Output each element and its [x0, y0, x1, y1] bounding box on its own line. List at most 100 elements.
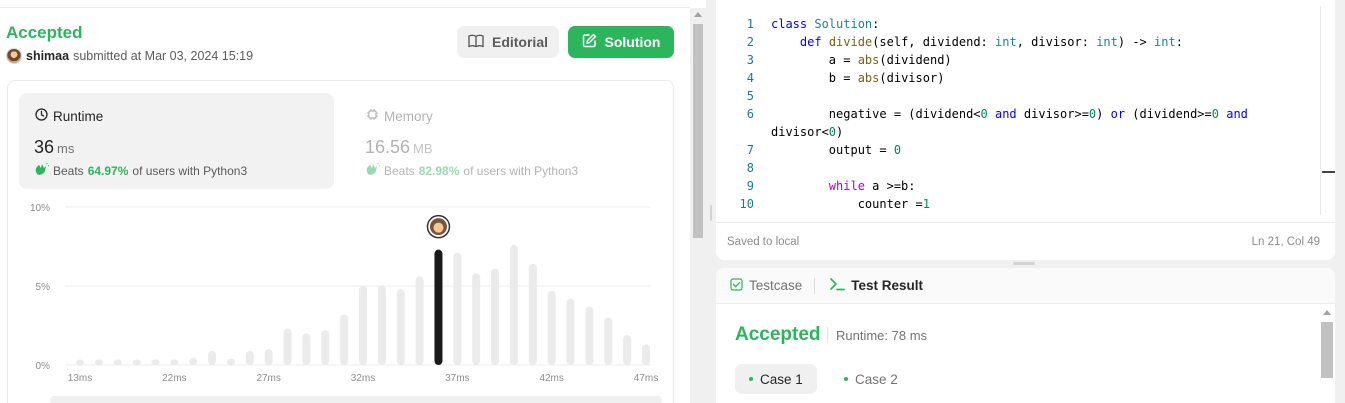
pass-dot-icon	[749, 377, 753, 381]
bar	[547, 290, 556, 365]
bar	[491, 268, 500, 365]
memory-beats: Beats 82.98% of users with Python3	[365, 162, 578, 179]
code-text: def divide(self, dividend: int, divisor:…	[799, 35, 1183, 49]
tab-test-result[interactable]: Test Result	[815, 268, 935, 304]
bar	[226, 358, 235, 365]
bar	[359, 286, 367, 365]
case-2-button[interactable]: Case 2	[830, 364, 912, 394]
scroll-up-icon[interactable]	[694, 12, 702, 17]
tab-testcase-label: Testcase	[749, 278, 803, 293]
code-text: while a >=b:	[828, 179, 916, 193]
bar	[113, 359, 122, 365]
avatar-face	[433, 222, 444, 233]
bar	[623, 334, 632, 365]
line-number: 10	[739, 197, 754, 211]
line-number: 4	[746, 71, 754, 85]
username-link[interactable]: shimaa	[26, 49, 69, 63]
bar	[132, 359, 141, 365]
line-number: 7	[746, 143, 754, 157]
y-tick-label: 0%	[36, 361, 51, 372]
runtime-metric[interactable]: Runtime 36 ms Beats 64.97% of users with …	[19, 93, 334, 189]
bar	[245, 350, 254, 365]
edit-icon	[582, 33, 597, 51]
splitter-grip-icon[interactable]	[710, 205, 712, 221]
memory-beats-prefix: Beats	[384, 164, 415, 178]
runtime-distribution-chart: 10% 5% 0% 13ms 22ms 27ms 32ms 37ms 42ms 47ms	[25, 196, 665, 396]
runtime-beats-percent: 64.97%	[87, 164, 129, 178]
memory-title-text: Memory	[384, 108, 433, 124]
result-runtime: Runtime: 78 ms	[836, 328, 928, 343]
x-tick-label: 27ms	[256, 373, 280, 384]
bar	[340, 314, 349, 365]
memory-unit: MB	[413, 141, 433, 156]
bar	[604, 317, 613, 365]
runtime-value: 36 ms	[34, 137, 74, 158]
cursor-position: Ln 21, Col 49	[1251, 236, 1320, 248]
result-divider	[827, 327, 828, 343]
code-editor-panel: 1 class Solution: 2 def divide(self, divid…	[716, 0, 1335, 260]
code-text: class Solution:	[771, 17, 880, 31]
submission-status: Accepted	[6, 23, 83, 42]
memory-beats-percent: 82.98%	[418, 164, 460, 178]
line-number: 2	[746, 35, 754, 49]
y-tick-label: 10%	[30, 203, 50, 214]
line-number: 5	[746, 89, 754, 103]
code-scroll-marker	[1322, 171, 1335, 173]
bar	[189, 357, 198, 365]
line-number: 9	[746, 179, 754, 193]
clock-icon	[35, 108, 48, 124]
x-tick-label: 42ms	[539, 373, 563, 384]
book-open-icon	[468, 34, 484, 51]
code-text: divisor<0)	[771, 125, 844, 139]
code-text: negative = (dividend<0 and divisor>=0) o…	[771, 107, 1248, 121]
code-text: b = abs(divisor)	[771, 71, 945, 85]
line-number: 1	[746, 17, 754, 31]
code-editor[interactable]: 1 class Solution: 2 def divide(self, divid…	[716, 15, 1322, 215]
editorial-button[interactable]: Editorial	[457, 26, 559, 58]
runtime-beats-prefix: Beats	[53, 164, 84, 178]
solution-button[interactable]: Solution	[568, 26, 674, 58]
terminal-icon	[829, 277, 846, 294]
bar	[283, 328, 292, 365]
bar	[509, 244, 518, 365]
horizontal-splitter-grip-icon[interactable]	[1013, 262, 1035, 265]
bar	[170, 359, 179, 365]
scroll-up-icon[interactable]	[1323, 310, 1331, 315]
x-tick-label: 13ms	[68, 373, 92, 384]
test-result-panel: Testcase Test Result Accepted Runtime: 7…	[716, 268, 1335, 403]
pass-dot-icon	[844, 377, 848, 381]
result-scrollbar-thumb[interactable]	[1321, 322, 1333, 378]
runtime-title-text: Runtime	[53, 108, 104, 124]
memory-title: Memory	[366, 108, 433, 124]
result-scrollbar[interactable]	[1317, 306, 1335, 403]
code-text: counter =1	[771, 197, 930, 211]
memory-value: 16.56 MB	[365, 137, 433, 158]
line-number: 3	[746, 53, 754, 67]
user-avatar[interactable]	[6, 48, 22, 64]
code-scrollbar[interactable]	[1320, 6, 1335, 215]
runtime-beats-suffix: of users with Python3	[132, 164, 248, 178]
bar	[415, 276, 424, 365]
result-status: Accepted	[735, 324, 821, 345]
line-number: 6	[746, 107, 754, 121]
runtime-title: Runtime	[35, 108, 103, 124]
tab-test-result-label: Test Result	[851, 278, 924, 293]
panel-top-border	[0, 0, 690, 8]
vertical-splitter[interactable]	[706, 0, 716, 403]
left-scrollbar-thumb[interactable]	[693, 24, 703, 238]
bar	[377, 286, 386, 365]
runtime-number: 36	[34, 137, 55, 157]
bar	[76, 359, 84, 365]
solution-label: Solution	[604, 34, 661, 50]
submission-panel: Accepted shimaa submitted at Mar 03, 202…	[0, 0, 706, 403]
bar-highlighted	[434, 249, 443, 365]
bar	[302, 333, 311, 365]
code-text: a = abs(dividend)	[771, 53, 952, 67]
clap-icon	[34, 162, 50, 179]
case-1-button[interactable]: Case 1	[735, 364, 817, 394]
memory-metric[interactable]: Memory 16.56 MB Beats 82.98% of users wit…	[350, 93, 665, 189]
tab-testcase[interactable]: Testcase	[716, 268, 814, 304]
bar	[472, 273, 481, 365]
left-scrollbar[interactable]	[690, 8, 706, 403]
case-1-label: Case 1	[760, 371, 803, 387]
